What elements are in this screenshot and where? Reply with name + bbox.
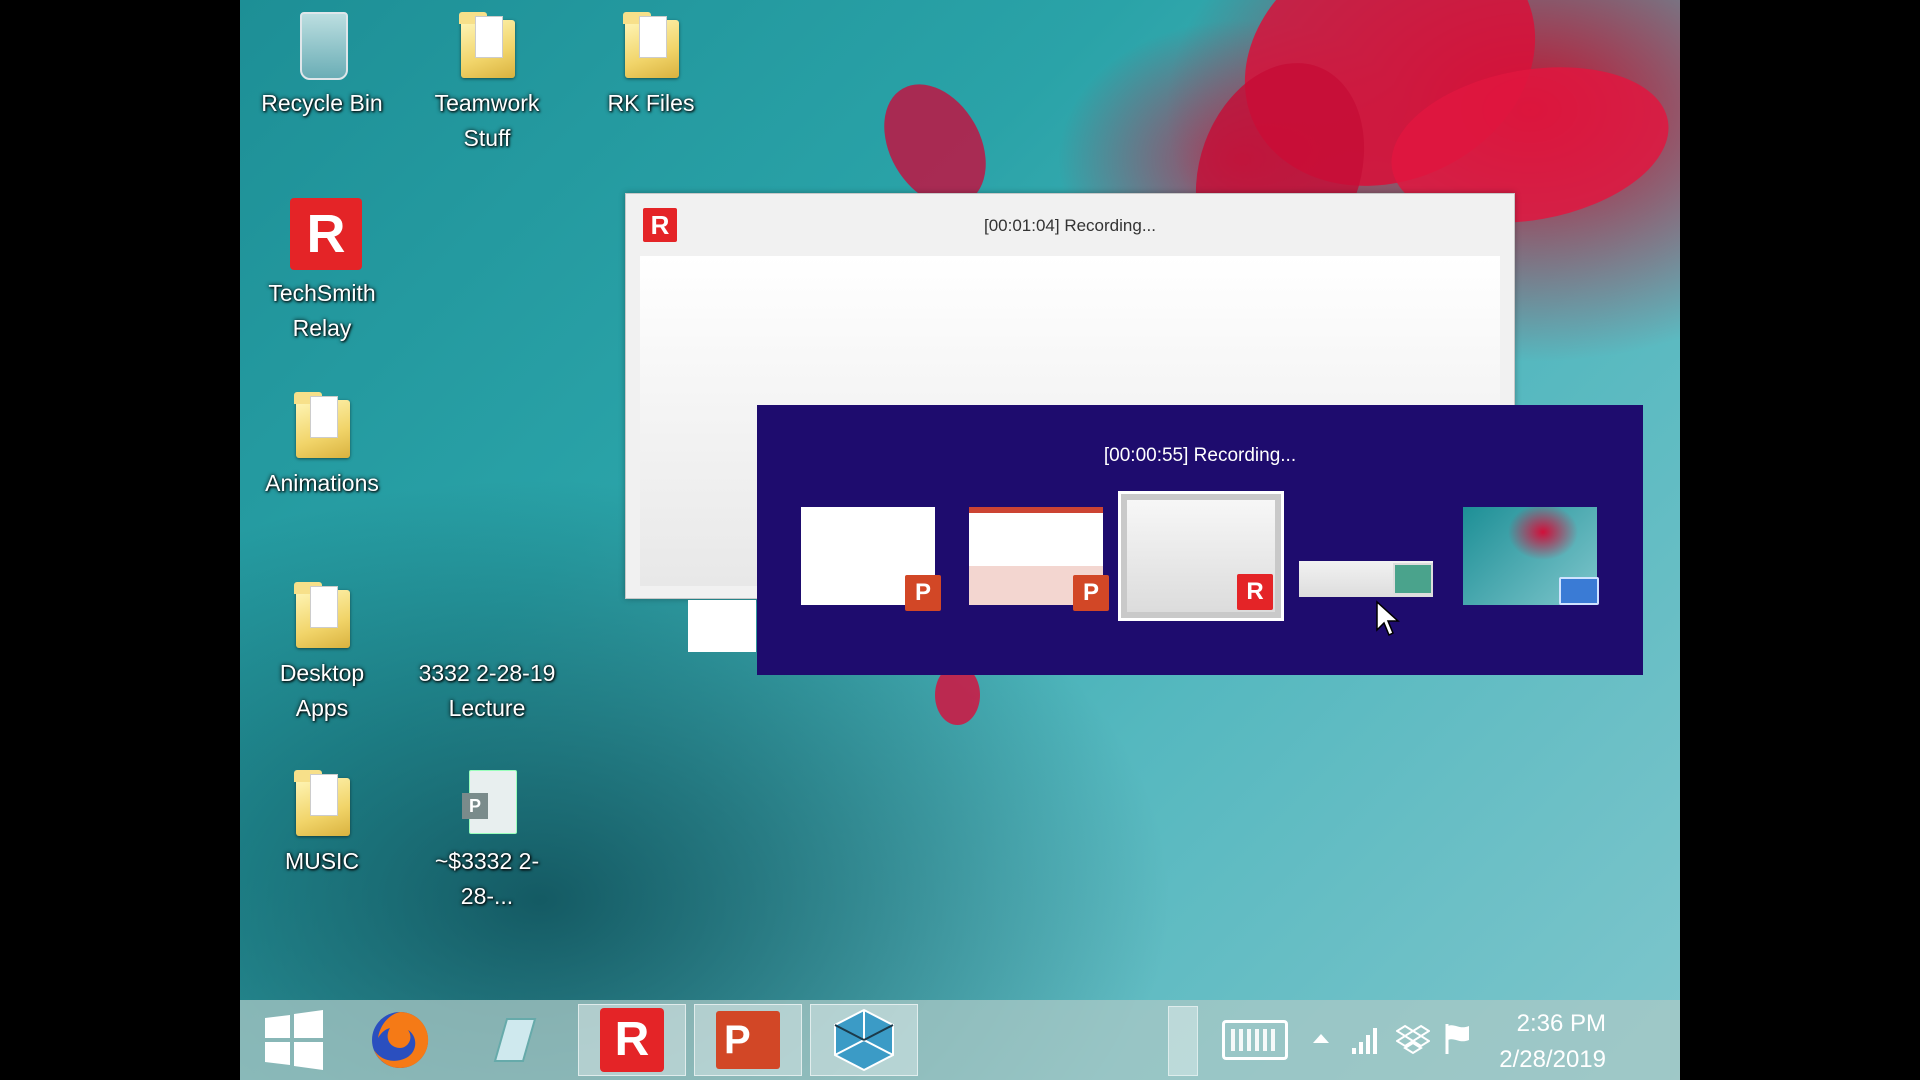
dialog-thumbnail-icon: [1393, 563, 1433, 595]
desktop-icon-label: Desktop Apps: [279, 660, 365, 721]
file-icon: [455, 578, 519, 650]
techsmith-relay-icon: R: [1237, 574, 1273, 610]
relay-logo-letter: R: [290, 198, 362, 270]
taskbar-sketchup[interactable]: [810, 1004, 918, 1076]
folder-icon: [619, 8, 683, 80]
desktop-icon-label: RK Files: [607, 90, 695, 116]
windows-start-icon: [265, 1010, 323, 1070]
folder-icon: [290, 578, 354, 650]
recording-window-title: [00:01:04] Recording...: [983, 216, 1156, 235]
desktop-icon-animations[interactable]: Animations: [252, 388, 392, 501]
switcher-thumbnail-desktop[interactable]: [1457, 501, 1603, 611]
ppt-file-letter: P: [462, 793, 488, 819]
keyboard-icon: [1231, 1029, 1279, 1051]
start-button[interactable]: [240, 1004, 348, 1076]
powerpoint-icon: P: [905, 575, 941, 611]
taskbar-powerpoint[interactable]: P: [694, 1004, 802, 1076]
desktop-icon-ppt-temp[interactable]: P ~$3332 2-28-...: [417, 766, 557, 914]
switcher-thumbnail-techsmith-relay[interactable]: R: [1118, 491, 1284, 621]
desktop-icon-label: Animations: [265, 470, 379, 496]
desktop-icon-techsmith-relay[interactable]: R TechSmith Relay: [252, 198, 392, 346]
taskbar-scrollbar[interactable]: [1168, 1006, 1198, 1076]
powerpoint-file-icon: P: [455, 766, 519, 838]
taskbar: R P 2:36 PM 2/28/2019: [240, 1000, 1680, 1080]
switcher-thumbnail-powerpoint-blank[interactable]: P: [795, 501, 941, 611]
task-switcher: [00:00:55] Recording... P P R: [757, 405, 1643, 675]
desktop-icon-recycle-bin[interactable]: Recycle Bin: [252, 8, 392, 121]
clock-time[interactable]: 2:36 PM: [1490, 1010, 1606, 1038]
switcher-thumbnail-dialog[interactable]: [1293, 501, 1439, 611]
mouse-cursor-icon: [1376, 600, 1400, 637]
desktop-icon-rk-files[interactable]: RK Files: [581, 8, 721, 121]
powerpoint-icon: P: [716, 1011, 780, 1069]
task-switcher-title: [00:00:55] Recording...: [1103, 445, 1297, 466]
techsmith-relay-icon: R: [600, 1008, 664, 1072]
techsmith-relay-icon: R: [290, 198, 362, 270]
switcher-thumbnail-powerpoint-slides[interactable]: P: [963, 501, 1109, 611]
notes-icon: [493, 1018, 537, 1062]
taskbar-notes[interactable]: [460, 1004, 568, 1076]
folder-icon: [290, 388, 354, 460]
desktop-icon-label: Teamwork Stuff: [434, 90, 540, 151]
action-center-flag-icon[interactable]: [1443, 1022, 1473, 1056]
desktop: Recycle Bin Teamwork Stuff RK Files R Te…: [240, 0, 1680, 1080]
desktop-icon-label: Recycle Bin: [261, 90, 383, 116]
desktop-icon-desktop-apps[interactable]: Desktop Apps: [252, 578, 392, 726]
taskbar-techsmith-relay[interactable]: R: [578, 1004, 686, 1076]
folder-icon: [290, 766, 354, 838]
desktop-icon-lecture[interactable]: 3332 2-28-19 Lecture: [417, 578, 557, 726]
network-signal-icon[interactable]: [1350, 1024, 1380, 1056]
powerpoint-icon: P: [1073, 575, 1109, 611]
desktop-icon-label: 3332 2-28-19 Lecture: [418, 660, 556, 721]
desktop-icon-teamwork-stuff[interactable]: Teamwork Stuff: [417, 8, 557, 156]
touch-keyboard-button[interactable]: [1222, 1020, 1288, 1060]
sketchup-cube-icon: [834, 1008, 894, 1072]
taskbar-firefox[interactable]: [346, 1004, 454, 1076]
file-thumbnail: [688, 600, 756, 652]
clock-date[interactable]: 2/28/2019: [1490, 1046, 1606, 1074]
show-hidden-icons-button[interactable]: [1313, 1034, 1329, 1043]
desktop-icon-label: MUSIC: [284, 848, 360, 874]
recycle-bin-icon: [290, 8, 354, 80]
desktop-icon: [1559, 577, 1599, 605]
firefox-icon: [372, 1011, 429, 1068]
desktop-icon-music[interactable]: MUSIC: [252, 766, 392, 879]
desktop-icon-label: ~$3332 2-28-...: [434, 848, 540, 909]
dropbox-icon[interactable]: [1396, 1024, 1430, 1056]
folder-icon: [455, 8, 519, 80]
desktop-icon-label: TechSmith Relay: [268, 280, 376, 341]
